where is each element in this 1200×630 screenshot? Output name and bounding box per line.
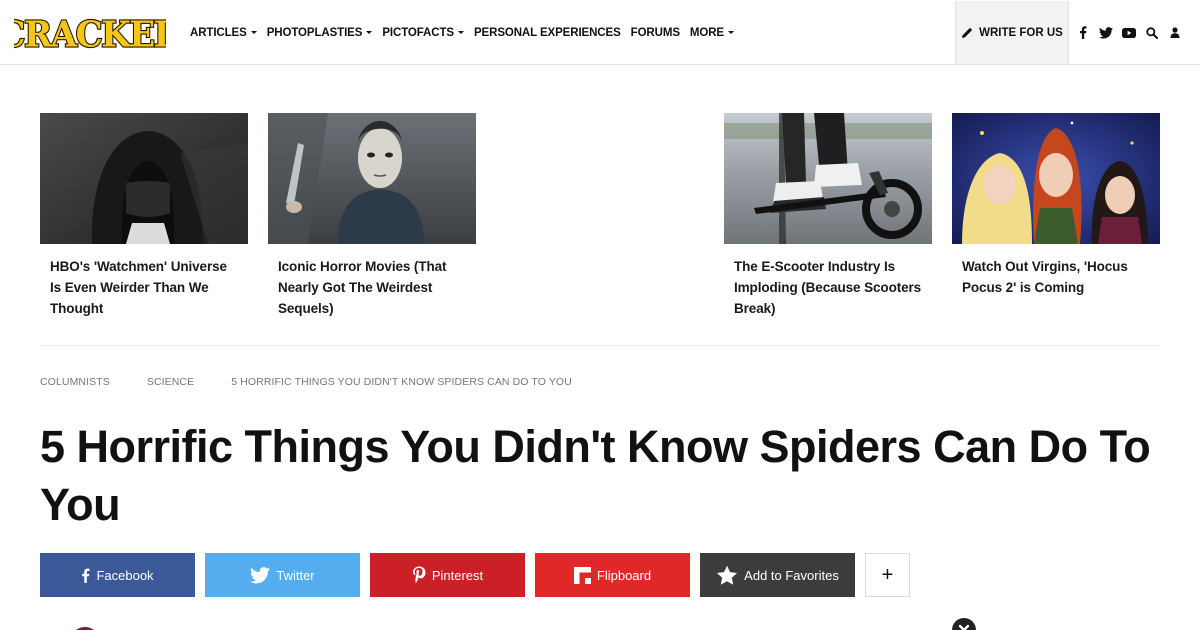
star-icon xyxy=(717,565,738,585)
share-twitter-button[interactable]: Twitter xyxy=(205,553,360,597)
pinterest-icon xyxy=(412,566,426,583)
nav-photoplasties[interactable]: PHOTOPLASTIES xyxy=(267,27,373,39)
article-title: 5 Horrific Things You Didn't Know Spider… xyxy=(40,421,1151,530)
e-scooter-thumbnail xyxy=(724,113,932,244)
nav-personal-experiences[interactable]: PERSONAL EXPERIENCES xyxy=(474,27,621,39)
breadcrumb: COLUMNISTS SCIENCE 5 HORRIFIC THINGS YOU… xyxy=(40,376,609,388)
share-facebook-button[interactable]: Facebook xyxy=(40,553,195,597)
trending-title[interactable]: HBO's 'Watchmen' Universe Is Even Weirde… xyxy=(50,256,238,319)
section-divider xyxy=(40,345,1160,346)
pencil-icon xyxy=(962,27,973,38)
nav-label: PERSONAL EXPERIENCES xyxy=(473,26,621,39)
add-to-favorites-button[interactable]: Add to Favorites xyxy=(700,553,855,597)
flipboard-icon xyxy=(573,566,591,584)
nav-label: ARTICLES xyxy=(190,26,247,39)
facebook-icon[interactable] xyxy=(1072,22,1094,44)
breadcrumb-science[interactable]: SCIENCE xyxy=(147,376,194,388)
share-label: Facebook xyxy=(96,567,154,583)
nav-forums[interactable]: FORUMS xyxy=(631,27,680,39)
nav-label: PICTOFACTS xyxy=(382,26,454,39)
logo-graphic: CRACKED xyxy=(14,13,166,54)
breadcrumb-current-article[interactable]: 5 HORRIFIC THINGS YOU DIDN'T KNOW SPIDER… xyxy=(231,376,572,388)
cracked-logo[interactable]: CRACKED xyxy=(14,12,166,54)
nav-articles[interactable]: ARTICLES xyxy=(190,27,257,39)
share-label: Flipboard xyxy=(596,567,652,583)
favorites-label: Add to Favorites xyxy=(744,567,839,583)
search-icon[interactable] xyxy=(1141,22,1163,44)
nav-more[interactable]: MORE xyxy=(690,27,734,39)
site-header: CRACKED ARTICLES PHOTOPLASTIES PICTOFACT… xyxy=(0,0,1200,65)
horror-movie-thumbnail xyxy=(268,113,476,244)
hocus-pocus-thumbnail xyxy=(952,113,1160,244)
caret-down-icon xyxy=(728,31,734,34)
facebook-icon xyxy=(82,568,90,583)
trending-title[interactable]: Watch Out Virgins, 'Hocus Pocus 2' is Co… xyxy=(962,256,1150,298)
nav-label: MORE xyxy=(689,26,724,39)
caret-down-icon xyxy=(250,31,257,34)
header-icons xyxy=(1072,0,1187,65)
write-for-us-label: WRITE FOR US xyxy=(979,26,1063,39)
trending-card[interactable]: Iconic Horror Movies (That Nearly Got Th… xyxy=(268,113,476,319)
main-nav: ARTICLES PHOTOPLASTIES PICTOFACTS PERSON… xyxy=(190,0,744,65)
write-for-us-button[interactable]: WRITE FOR US xyxy=(955,1,1069,64)
share-label: Pinterest xyxy=(431,567,484,583)
twitter-icon[interactable] xyxy=(1095,22,1117,44)
more-share-options-button[interactable]: + xyxy=(865,553,910,597)
trending-card[interactable]: HBO's 'Watchmen' Universe Is Even Weirde… xyxy=(40,113,248,319)
twitter-icon xyxy=(250,566,271,583)
nav-pictofacts[interactable]: PICTOFACTS xyxy=(382,27,464,39)
share-pinterest-button[interactable]: Pinterest xyxy=(370,553,525,597)
trending-card[interactable]: The E-Scooter Industry Is Imploding (Bec… xyxy=(724,113,932,319)
svg-text:CRACKED: CRACKED xyxy=(14,14,166,54)
trending-card[interactable]: Watch Out Virgins, 'Hocus Pocus 2' is Co… xyxy=(952,113,1160,298)
share-flipboard-button[interactable]: Flipboard xyxy=(535,553,690,597)
trending-title[interactable]: Iconic Horror Movies (That Nearly Got Th… xyxy=(278,256,466,319)
nav-label: FORUMS xyxy=(630,26,680,39)
caret-down-icon xyxy=(366,31,373,34)
share-label: Twitter xyxy=(276,567,315,583)
youtube-icon[interactable] xyxy=(1118,22,1140,44)
trending-title[interactable]: The E-Scooter Industry Is Imploding (Bec… xyxy=(734,256,922,319)
nav-label: PHOTOPLASTIES xyxy=(266,26,363,39)
caret-down-icon xyxy=(457,31,464,34)
user-icon[interactable] xyxy=(1164,22,1186,44)
breadcrumb-columnists[interactable]: COLUMNISTS xyxy=(40,376,110,388)
plus-icon: + xyxy=(881,564,894,586)
close-icon[interactable] xyxy=(952,618,976,630)
watchmen-thumbnail xyxy=(40,113,248,244)
